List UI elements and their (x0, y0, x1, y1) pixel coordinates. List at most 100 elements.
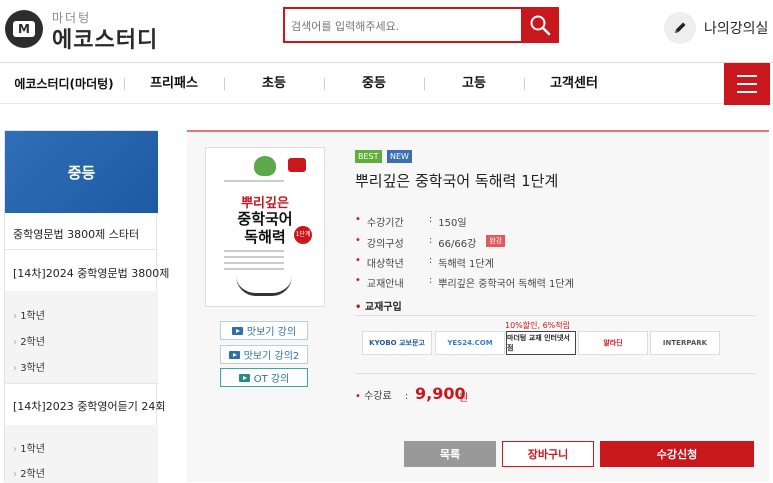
preview-lecture-label: 맛보기 강의 (246, 327, 297, 338)
sidebar-item-listening-2023[interactable]: [14차]2023 중학영어듣기 24회 (13, 398, 166, 414)
my-lecture-link[interactable]: 나의강의실 (664, 12, 768, 44)
price-label: • 수강료 : (355, 387, 408, 402)
bullet-icon: • (355, 391, 365, 402)
play-icon (228, 350, 240, 359)
book-cover: 뿌리깊은 중학국어 독해력 1단계 (205, 147, 325, 307)
nav-item-freepass[interactable]: 프리패스 (134, 63, 214, 105)
nav-divider (424, 78, 425, 90)
nav-item-label: 고객센터 (550, 76, 598, 91)
bullet-icon: • (355, 302, 365, 313)
nav-divider (524, 78, 525, 90)
search-input[interactable] (291, 15, 517, 37)
new-badge: NEW (387, 150, 412, 163)
textbook-purchase-label: 교재구입 (364, 302, 402, 313)
sidebar-item-grammar-2024[interactable]: [14차]2024 중학영문법 3800제 (13, 265, 169, 281)
sidebar-subitem-grade1[interactable]: 1학년 (13, 440, 45, 455)
info-value: 독해력 1단계 (438, 259, 494, 270)
bullet-icon: • (355, 235, 361, 246)
discount-note: 10%할인, 6%적립 (505, 321, 570, 330)
sidebar-title: 중등 (5, 131, 158, 213)
best-badge: BEST (355, 150, 382, 163)
book-cover-line (224, 262, 284, 264)
info-colon: : (428, 255, 433, 266)
store-yes24[interactable]: YES24.COM (435, 331, 505, 355)
info-value: 66/66강 (438, 239, 477, 250)
menu-icon-bar (737, 83, 757, 85)
cart-button[interactable]: 장바구니 (502, 441, 594, 467)
search-button[interactable] (521, 7, 559, 43)
info-value: 뿌리깊은 중학국어 독해력 1단계 (438, 279, 574, 290)
nav-divider (224, 78, 225, 90)
info-colon: : (428, 235, 433, 246)
book-cover-line (224, 250, 284, 252)
book-cover-badge: 1단계 (294, 226, 312, 244)
ot-lecture-button[interactable]: OT 강의 (220, 368, 308, 387)
logo-icon[interactable]: M (5, 10, 43, 48)
sidebar-item-grammar-starter[interactable]: 중학영문법 3800제 스타터 (13, 226, 139, 242)
store-aladin[interactable]: 알라딘 (578, 331, 648, 355)
main-nav: 에코스터디(마더텅) 프리패스 초등 중등 고등 고객센터 (0, 62, 773, 105)
sidebar-divider (5, 383, 158, 384)
nav-item-label: 프리패스 (150, 76, 198, 91)
nav-item-label: 중등 (362, 76, 386, 91)
bullet-icon: • (355, 275, 361, 286)
sidebar: 중등 중학영문법 3800제 스타터 [14차]2024 중학영문법 3800제… (4, 130, 169, 483)
store-kyobo[interactable]: KYOBO 교보문고 (362, 331, 432, 355)
info-row-composition: • 강의구성 : 66/66강 완강 (355, 235, 506, 250)
play-icon (238, 373, 250, 382)
nav-item-label: 에코스터디(마더텅) (14, 77, 114, 91)
store-mothertongue[interactable]: 마더텅 교재 인터넷서점 (506, 331, 576, 355)
nav-item-label: 초등 (262, 76, 286, 91)
textbook-purchase-title: • 교재구입 (355, 298, 402, 313)
nav-item-high[interactable]: 고등 (434, 63, 514, 105)
sidebar-subitem-grade3[interactable]: 3학년 (13, 359, 45, 374)
bullet-icon: • (355, 255, 361, 266)
price-colon: : (404, 391, 409, 402)
price-unit: 원 (459, 393, 469, 404)
pot-icon (288, 158, 306, 172)
nav-item-support[interactable]: 고객센터 (534, 63, 614, 105)
store-interpark[interactable]: INTERPARK (650, 331, 720, 355)
sidebar-subitem-grade2[interactable]: 2학년 (13, 465, 45, 480)
complete-badge: 완강 (486, 235, 506, 247)
divider (355, 373, 755, 374)
info-label: 수강기간 (366, 218, 404, 229)
sidebar-subitem-grade1[interactable]: 1학년 (13, 307, 45, 322)
sidebar-subitem-grade2[interactable]: 2학년 (13, 333, 45, 348)
preview-lecture-2-button[interactable]: 맛보기 강의2 (220, 345, 308, 364)
nav-item-middle[interactable]: 중등 (334, 63, 414, 105)
divider (355, 315, 755, 316)
plant-icon (254, 156, 276, 176)
preview-lecture-2-label: 맛보기 강의2 (243, 351, 300, 362)
preview-lecture-button[interactable]: 맛보기 강의 (220, 321, 308, 340)
menu-icon-bar (737, 91, 757, 93)
book-cover-line (224, 180, 284, 182)
nav-divider (324, 78, 325, 90)
info-row-textbook: • 교재안내 : 뿌리깊은 중학국어 독해력 1단계 (355, 275, 574, 290)
nav-item-ecostudy[interactable]: 에코스터디(마더텅) (14, 63, 114, 105)
site-header: M 마더텅 에코스터디 나의강의실 (0, 0, 773, 62)
info-row-period: • 수강기간 : 150일 (355, 214, 467, 229)
enroll-button[interactable]: 수강신청 (600, 441, 754, 467)
logo-title[interactable]: 에코스터디 (52, 22, 158, 54)
search-icon (530, 15, 551, 36)
list-button[interactable]: 목록 (404, 441, 496, 467)
logo-mark: M (13, 21, 35, 37)
info-colon: : (428, 214, 433, 225)
info-label: 교재안내 (366, 279, 404, 290)
search-box (283, 7, 559, 43)
book-cover-line (224, 268, 284, 270)
nav-divider (124, 78, 125, 90)
nav-item-elementary[interactable]: 초등 (234, 63, 314, 105)
roots-icon (236, 276, 292, 296)
info-value: 150일 (438, 218, 467, 229)
book-cover-line (224, 256, 284, 258)
menu-button[interactable] (724, 63, 770, 105)
info-colon: : (428, 275, 433, 286)
price-label-text: 수강료 (364, 391, 392, 402)
nav-item-label: 고등 (462, 76, 486, 91)
bullet-icon: • (355, 214, 361, 225)
ot-lecture-label: OT 강의 (253, 374, 290, 385)
play-icon (231, 326, 243, 335)
info-row-target: • 대상학년 : 독해력 1단계 (355, 255, 494, 270)
